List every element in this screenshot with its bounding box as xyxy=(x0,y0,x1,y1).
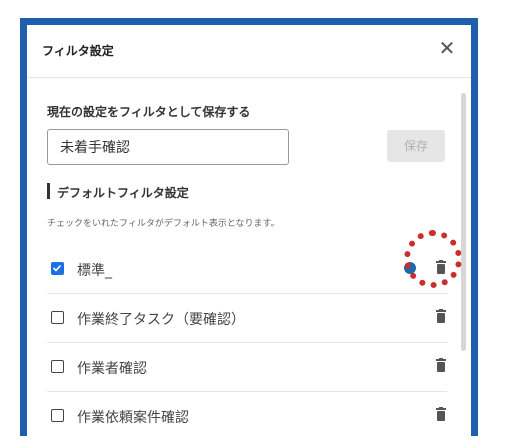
trash-icon[interactable] xyxy=(436,358,446,372)
save-filter-label: 現在の設定をフィルタとして保存する xyxy=(47,105,251,119)
filter-name: 作業者確認 xyxy=(77,361,147,377)
filter-row: 標準_ xyxy=(47,245,447,294)
filter-name-input[interactable] xyxy=(47,129,289,165)
filter-row: 作業終了タスク（要確認） xyxy=(47,294,447,343)
section-title: デフォルトフィルタ設定 xyxy=(57,186,189,200)
default-checkbox[interactable] xyxy=(51,311,64,324)
filter-list: 標準_ 作業終了タスク（要確認） 作業者確認 作業依頼案件確認 xyxy=(47,245,447,436)
trash-icon[interactable] xyxy=(436,309,446,323)
default-checkbox[interactable] xyxy=(51,262,64,275)
filter-row: 作業者確認 xyxy=(47,343,447,392)
filter-name: 標準_ xyxy=(77,263,112,279)
filter-name: 作業依頼案件確認 xyxy=(77,410,189,426)
filter-settings-dialog: フィルタ設定 ✕ 現在の設定をフィルタとして保存する 保存 デフォルトフィルタ設… xyxy=(20,18,478,436)
save-button[interactable]: 保存 xyxy=(387,130,445,162)
scrollbar[interactable] xyxy=(461,93,466,351)
filter-name: 作業終了タスク（要確認） xyxy=(77,312,245,328)
close-icon[interactable]: ✕ xyxy=(437,38,457,58)
default-checkbox[interactable] xyxy=(51,360,64,373)
dialog-title: フィルタ設定 xyxy=(42,44,114,58)
section-accent-bar xyxy=(47,183,50,199)
default-checkbox[interactable] xyxy=(51,409,64,422)
filter-row: 作業依頼案件確認 xyxy=(47,392,447,436)
dotted-highlight-circle xyxy=(404,230,462,288)
section-description: チェックをいれたフィルタがデフォルト表示となります。 xyxy=(47,219,280,229)
dialog-header: フィルタ設定 ✕ xyxy=(27,25,471,78)
trash-icon[interactable] xyxy=(436,407,446,421)
